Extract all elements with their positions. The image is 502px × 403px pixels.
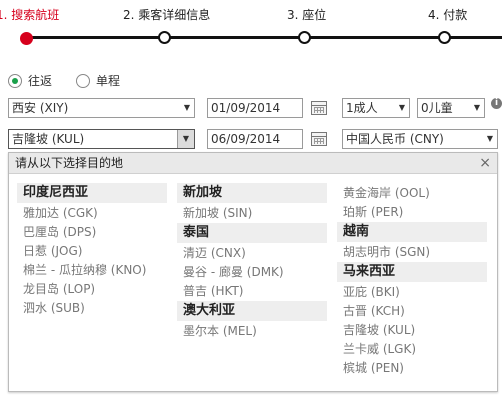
currency-select[interactable]: 中国人民币 (CNY) (342, 129, 498, 149)
city-option[interactable]: 普吉 (HKT) (177, 282, 327, 301)
origin-select[interactable]: 西安 (XIY) (8, 98, 195, 118)
step-search-flights[interactable]: 1. 搜索航班 (0, 6, 59, 23)
step-passenger-details[interactable]: 2. 乘客详细信息 (123, 6, 210, 23)
children-select[interactable]: 0儿童 (417, 98, 485, 118)
destination-value: 吉隆坡 (KUL) (12, 132, 85, 146)
destination-column-2: 新加坡 新加坡 (SIN) 泰国 清迈 (CNX) 曼谷 - 廊曼 (DMK) … (177, 183, 327, 341)
step-dot-4 (438, 31, 451, 44)
roundtrip-label[interactable]: 往返 (28, 72, 52, 89)
group-thailand: 泰国 (177, 223, 327, 243)
return-calendar-icon[interactable] (311, 132, 327, 146)
depart-calendar-icon[interactable] (311, 101, 327, 115)
city-option[interactable]: 槟城 (PEN) (337, 359, 487, 378)
oneway-radio[interactable] (76, 73, 91, 88)
city-option[interactable]: 新加坡 (SIN) (177, 204, 327, 223)
city-option[interactable]: 清迈 (CNX) (177, 244, 327, 263)
roundtrip-radio[interactable] (8, 73, 22, 88)
info-icon[interactable]: i (491, 98, 502, 109)
group-singapore: 新加坡 (177, 183, 327, 203)
city-option[interactable]: 兰卡威 (LGK) (337, 340, 487, 359)
city-option[interactable]: 墨尔本 (MEL) (177, 322, 327, 341)
city-option[interactable]: 棉兰 - 瓜拉纳穆 (KNO) (17, 261, 167, 280)
close-icon[interactable]: × (479, 153, 491, 173)
group-malaysia: 马来西亚 (337, 262, 487, 282)
destination-panel-header: 请从以下选择目的地 × (9, 153, 497, 174)
adults-select[interactable]: 1成人 (342, 98, 410, 118)
step-dot-3 (298, 31, 311, 44)
destination-panel: 请从以下选择目的地 × 印度尼西亚 雅加达 (CGK) 巴厘岛 (DPS) 日惹… (8, 152, 498, 392)
destination-select[interactable]: 吉隆坡 (KUL) ▼ (8, 129, 195, 149)
city-option[interactable]: 胡志明市 (SGN) (337, 243, 487, 262)
city-option[interactable]: 日惹 (JOG) (17, 242, 167, 261)
step-dot-2 (158, 31, 171, 44)
chevron-down-icon[interactable]: ▼ (177, 130, 194, 148)
booking-progress: 1. 搜索航班 2. 乘客详细信息 3. 座位 4. 付款 (0, 0, 502, 48)
group-australia: 澳大利亚 (177, 301, 327, 321)
step-payment[interactable]: 4. 付款 (428, 6, 467, 23)
destination-column-1: 印度尼西亚 雅加达 (CGK) 巴厘岛 (DPS) 日惹 (JOG) 棉兰 - … (17, 183, 167, 318)
destination-column-3: 黄金海岸 (OOL) 珀斯 (PER) 越南 胡志明市 (SGN) 马来西亚 亚… (337, 183, 487, 378)
city-option[interactable]: 亚庇 (BKI) (337, 283, 487, 302)
destination-panel-title: 请从以下选择目的地 (15, 156, 124, 170)
city-option[interactable]: 雅加达 (CGK) (17, 204, 167, 223)
city-option[interactable]: 珀斯 (PER) (337, 203, 487, 222)
step-dot-1 (20, 32, 33, 45)
progress-track (26, 36, 502, 39)
city-option[interactable]: 曼谷 - 廊曼 (DMK) (177, 263, 327, 282)
return-date-input[interactable]: 06/09/2014 (207, 129, 303, 149)
oneway-label[interactable]: 单程 (96, 72, 120, 89)
city-option[interactable]: 龙目岛 (LOP) (17, 280, 167, 299)
depart-date-input[interactable]: 01/09/2014 (207, 98, 303, 118)
group-indonesia: 印度尼西亚 (17, 183, 167, 203)
city-option[interactable]: 吉隆坡 (KUL) (337, 321, 487, 340)
city-option[interactable]: 巴厘岛 (DPS) (17, 223, 167, 242)
group-vietnam: 越南 (337, 222, 487, 242)
city-option[interactable]: 黄金海岸 (OOL) (337, 184, 487, 203)
city-option[interactable]: 泗水 (SUB) (17, 299, 167, 318)
step-seats[interactable]: 3. 座位 (287, 6, 326, 23)
city-option[interactable]: 古晋 (KCH) (337, 302, 487, 321)
trip-type-selector: 往返 单程 (8, 72, 144, 89)
